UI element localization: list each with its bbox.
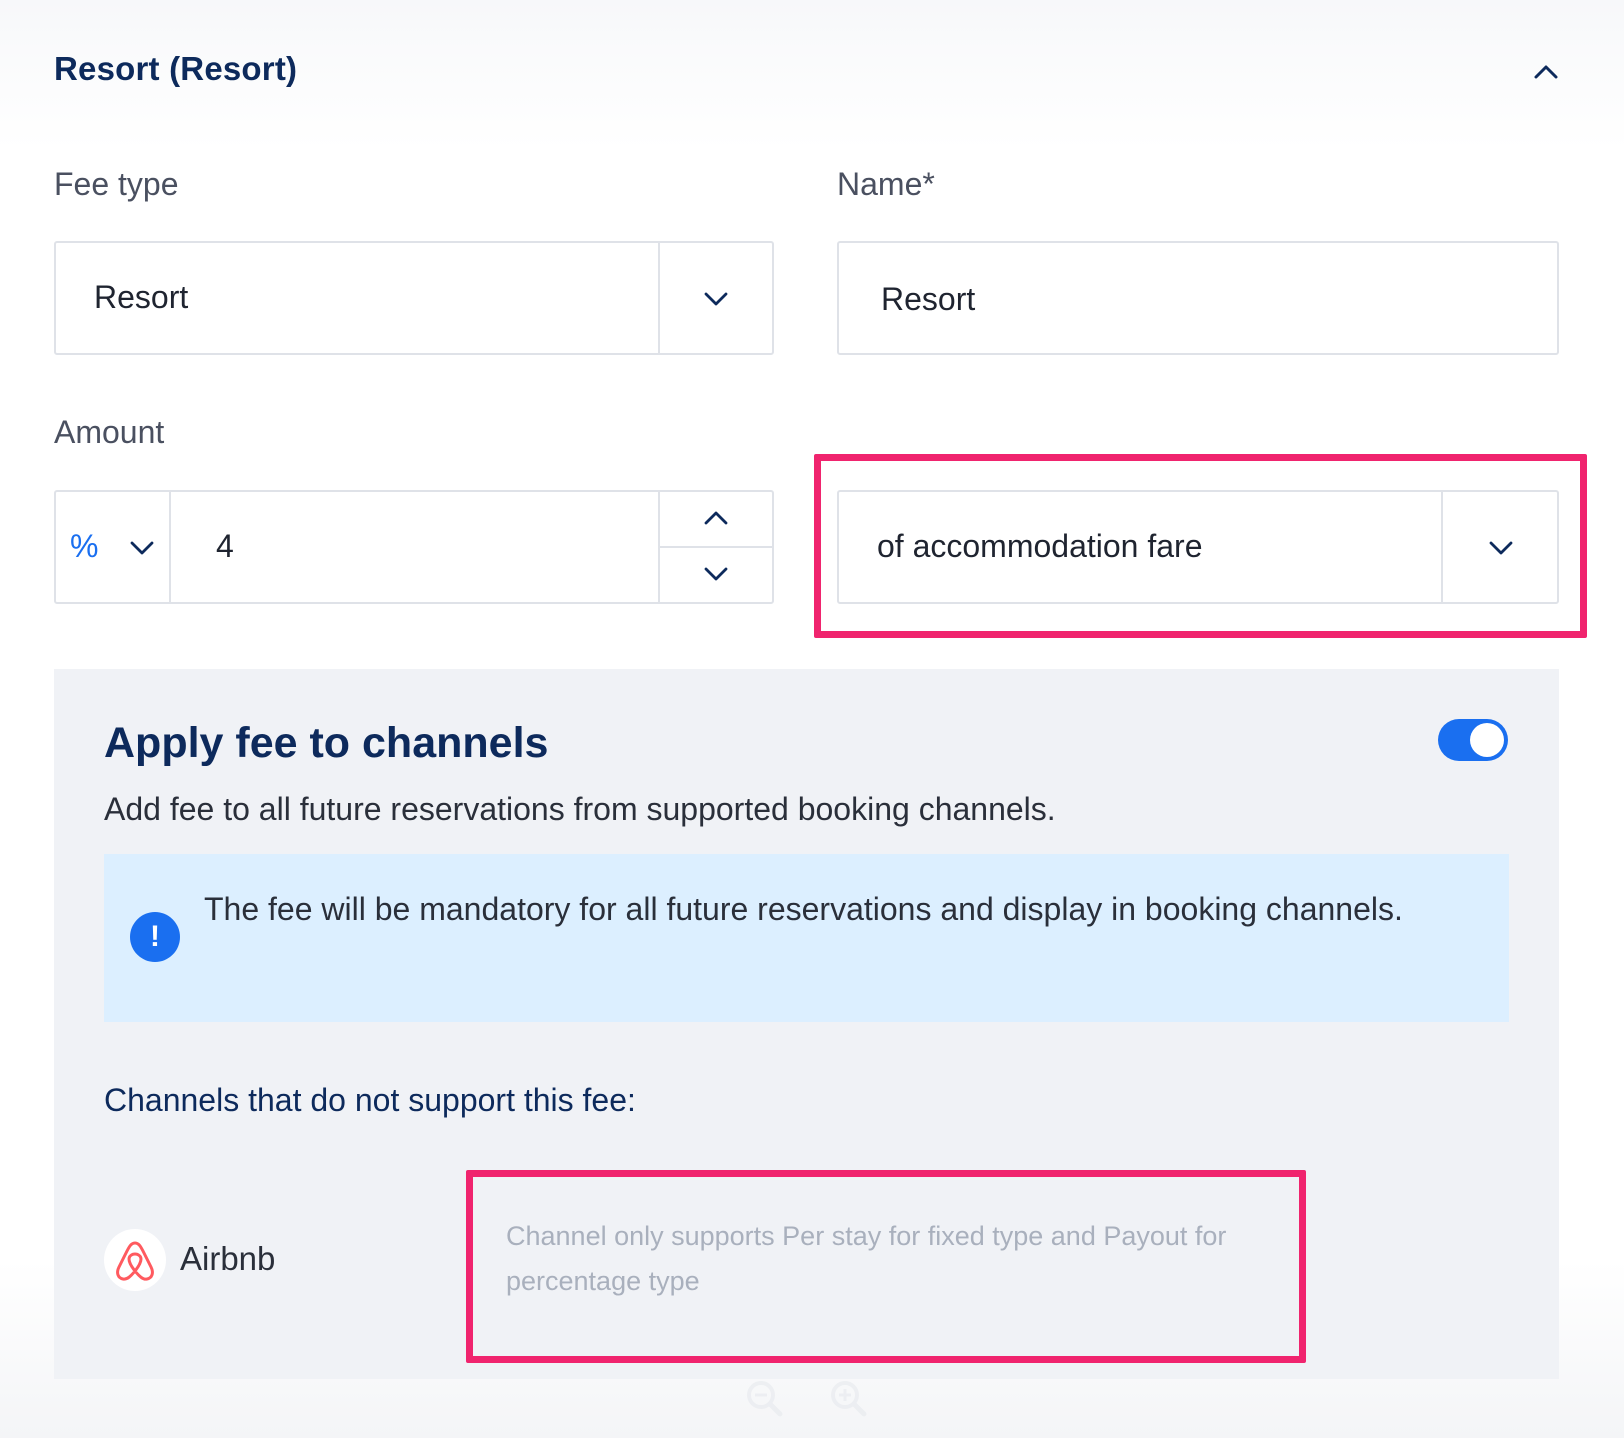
amount-input[interactable]: 4 [216,528,234,565]
quantity-stepper [660,492,772,602]
unsupported-channels-label: Channels that do not support this fee: [104,1082,636,1118]
info-text: The fee will be mandatory for all future… [204,891,1403,927]
select-divider [658,243,660,353]
amount-field: % 4 [54,490,774,604]
chevron-up-icon[interactable] [1530,56,1562,88]
panel-description: Add fee to all future reservations from … [104,791,1056,827]
chevron-up-icon [704,511,728,525]
basis-divider [1441,492,1443,602]
fee-type-value: Resort [94,279,189,315]
info-banner: ! The fee will be mandatory for all futu… [104,854,1509,1022]
chevron-down-icon [704,567,728,581]
toggle-knob [1470,723,1504,757]
zoom-in-icon[interactable] [826,1376,870,1420]
amount-unit-select[interactable]: % [56,492,169,602]
chevron-down-icon[interactable] [702,289,730,309]
amount-label: Amount [54,414,165,450]
section-header[interactable]: Resort (Resort) [0,0,1624,150]
panel-title: Apply fee to channels [104,719,549,767]
zoom-out-icon[interactable] [742,1376,786,1420]
decrement-button[interactable] [660,548,772,602]
fee-editor-page: Resort (Resort) Fee type Resort Name* Re… [0,0,1624,1438]
fee-type-select[interactable]: Resort [54,241,774,355]
unit-divider [169,492,171,602]
increment-button[interactable] [660,492,772,547]
fee-type-label: Fee type [54,166,179,202]
section-title: Resort (Resort) [54,50,298,87]
apply-channels-toggle[interactable] [1438,719,1508,761]
chevron-down-icon[interactable] [1487,538,1515,558]
name-input[interactable]: Resort [837,241,1559,355]
basis-select[interactable]: of accommodation fare [837,490,1559,604]
info-icon: ! [130,912,180,962]
note-highlight [466,1170,1306,1363]
name-label: Name* [837,166,935,202]
amount-unit-value: % [70,528,99,564]
airbnb-icon [104,1229,166,1291]
channel-name: Airbnb [180,1240,276,1277]
chevron-down-icon [130,541,154,555]
basis-value: of accommodation fare [877,528,1203,564]
name-value: Resort [881,281,976,317]
